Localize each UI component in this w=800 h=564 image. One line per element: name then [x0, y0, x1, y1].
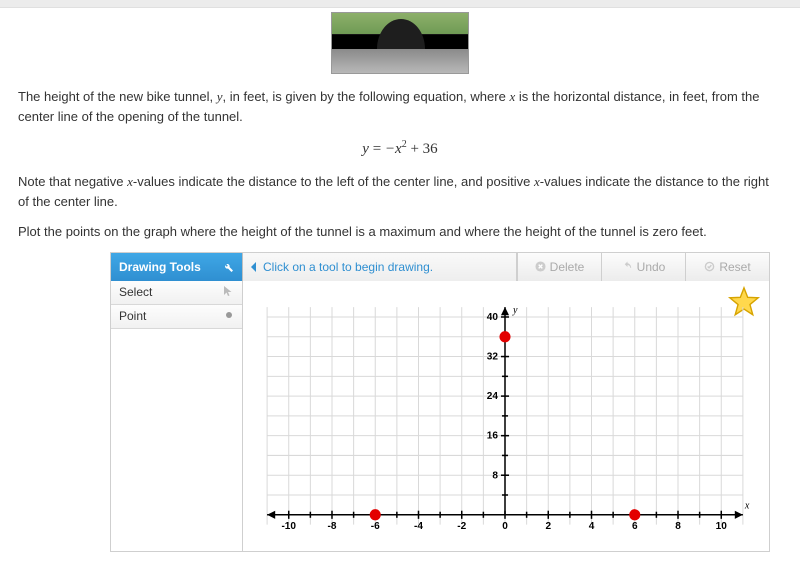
- eq-lhs: y: [362, 141, 369, 157]
- toolbar: Drawing Tools Click on a tool to begin d…: [111, 253, 769, 281]
- svg-text:6: 6: [632, 521, 638, 532]
- svg-text:2: 2: [545, 521, 551, 532]
- equation: y = −x2 + 36: [18, 137, 782, 161]
- problem-text: The height of the new bike tunnel, y , in…: [0, 87, 800, 242]
- text: , in feet, is given by the following equ…: [223, 89, 510, 104]
- drawing-tools-header: Drawing Tools: [111, 253, 243, 281]
- reset-button[interactable]: Reset: [685, 253, 769, 281]
- reset-label: Reset: [719, 260, 750, 274]
- caret-left-icon: [249, 262, 259, 272]
- undo-icon: [622, 261, 633, 272]
- note-paragraph: Note that negative x-values indicate the…: [18, 172, 782, 212]
- undo-label: Undo: [637, 260, 666, 274]
- svg-text:x: x: [744, 501, 750, 512]
- window-top-bar: [0, 0, 800, 8]
- tool-list: Select Point: [111, 281, 243, 551]
- task-paragraph: Plot the points on the graph where the h…: [18, 222, 782, 242]
- tunnel-image-wrap: [0, 8, 800, 83]
- svg-text:y: y: [512, 305, 518, 316]
- svg-text:10: 10: [716, 521, 728, 532]
- tunnel-image: [331, 12, 469, 74]
- svg-text:-2: -2: [457, 521, 466, 532]
- reset-icon: [704, 261, 715, 272]
- eq-eq: =: [369, 141, 385, 157]
- svg-text:16: 16: [487, 431, 499, 442]
- undo-button[interactable]: Undo: [601, 253, 685, 281]
- eq-rhs1: −x: [385, 141, 402, 157]
- svg-text:-10: -10: [281, 521, 296, 532]
- svg-text:32: 32: [487, 352, 499, 363]
- delete-icon: [535, 261, 546, 272]
- graph-widget: Drawing Tools Click on a tool to begin d…: [110, 252, 770, 552]
- svg-text:4: 4: [589, 521, 595, 532]
- graph-panel[interactable]: -10-8-6-4-20246810816243240xy: [243, 281, 769, 551]
- tool-point[interactable]: Point: [111, 305, 242, 329]
- text: The height of the new bike tunnel,: [18, 89, 217, 104]
- tool-select[interactable]: Select: [111, 281, 242, 305]
- coordinate-grid[interactable]: -10-8-6-4-20246810816243240xy: [253, 301, 757, 545]
- delete-label: Delete: [550, 260, 585, 274]
- svg-text:8: 8: [492, 470, 498, 481]
- cursor-icon: [222, 285, 234, 300]
- tool-select-label: Select: [119, 285, 152, 299]
- tool-point-label: Point: [119, 309, 146, 323]
- svg-text:-8: -8: [328, 521, 337, 532]
- delete-button[interactable]: Delete: [517, 253, 601, 281]
- svg-text:24: 24: [487, 391, 499, 402]
- eq-rhs2: + 36: [407, 141, 438, 157]
- svg-text:8: 8: [675, 521, 681, 532]
- svg-text:-4: -4: [414, 521, 423, 532]
- text: Note that negative: [18, 174, 127, 189]
- hint-text: Click on a tool to begin drawing.: [263, 260, 433, 274]
- point-icon: [224, 309, 234, 323]
- svg-text:40: 40: [487, 312, 499, 323]
- text: -values indicate the distance to the lef…: [133, 174, 534, 189]
- hint-bar: Click on a tool to begin drawing.: [243, 253, 517, 281]
- wrench-icon[interactable]: [222, 261, 234, 273]
- svg-text:-6: -6: [371, 521, 380, 532]
- svg-text:0: 0: [502, 521, 508, 532]
- intro-paragraph: The height of the new bike tunnel, y, in…: [18, 87, 782, 127]
- drawing-tools-label: Drawing Tools: [119, 260, 201, 274]
